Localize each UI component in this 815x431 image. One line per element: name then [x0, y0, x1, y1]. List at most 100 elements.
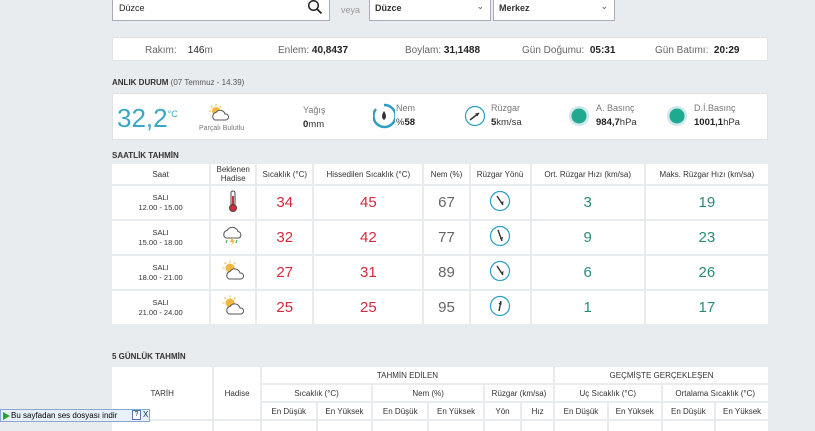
- current-temperature: 32,2°C: [117, 103, 178, 133]
- humidity-cell: 67: [424, 186, 469, 219]
- audio-download-link[interactable]: Bu sayfadan ses dosyası indir: [11, 411, 117, 420]
- city-search-input[interactable]: Düzce: [112, 0, 330, 21]
- col-header: Rüzgar Yönü: [470, 164, 530, 184]
- weather-cell: [211, 256, 256, 289]
- avg-wind-cell: 9: [531, 221, 644, 254]
- wind-arrow-icon: [489, 295, 511, 317]
- hourly-forecast-table: Saat Beklenen Hadise Sıcaklık (°C) Hisse…: [110, 162, 770, 326]
- humidity-cell: 95: [424, 291, 469, 324]
- col-header: Beklenen Hadise: [211, 164, 256, 184]
- altitude: Rakım: 146m: [145, 45, 213, 56]
- play-icon: [3, 412, 10, 420]
- max-wind-cell: 19: [645, 186, 768, 219]
- temp-cell: 25: [257, 291, 313, 324]
- table-row: SALI 12.00 - 15.00 34 45 67 3 19: [112, 186, 768, 219]
- temp-cell: 32: [257, 221, 313, 254]
- sea-pressure-icon: [667, 106, 687, 126]
- thermometer-hot-icon: [229, 190, 238, 212]
- district-select[interactable]: Merkez ⌄: [493, 0, 615, 21]
- hourly-header-row: Saat Beklenen Hadise Sıcaklık (°C) Hisse…: [112, 164, 768, 184]
- wind-dir-cell: [470, 221, 530, 254]
- avg-wind-cell: 3: [531, 186, 644, 219]
- weather-cell: [211, 291, 256, 324]
- search-icon[interactable]: [307, 0, 323, 15]
- pressure-icon: [569, 106, 589, 126]
- partly-cloudy-icon: [209, 104, 230, 121]
- current-section-title: ANLIK DURUM (07 Temmuz - 14.39): [112, 78, 245, 87]
- or-label: veya: [341, 5, 361, 15]
- time-cell: SALI 12.00 - 15.00: [112, 186, 210, 219]
- close-button[interactable]: X: [143, 410, 148, 419]
- table-row: SALI 18.00 - 21.00 27 31 89 6 26: [112, 256, 768, 289]
- forecast-group-header: TAHMİN EDİLEN: [261, 367, 554, 383]
- rain-value: 0mm: [303, 119, 325, 130]
- wind-header: Rüzgar (km/sa): [484, 385, 554, 401]
- max-wind-cell: 17: [645, 291, 768, 324]
- rain-label: Yağış: [303, 105, 326, 115]
- time-cell: SALI 15.00 - 18.00: [112, 221, 210, 254]
- help-button[interactable]: ?: [132, 410, 141, 420]
- sea-pressure-label: D.İ.Basınç: [694, 103, 736, 113]
- max-header: En Yüksek: [317, 403, 372, 419]
- col-header: Hissedilen Sıcaklık (°C): [314, 164, 423, 184]
- humidity-value: %58: [396, 117, 416, 128]
- city-search-value: Düzce: [119, 3, 145, 13]
- humidity-cell: 77: [424, 221, 469, 254]
- feel-cell: 25: [314, 291, 423, 324]
- direction-header: Yön: [484, 403, 521, 419]
- min-header: En Düşük: [662, 403, 715, 419]
- wind-arrow-icon: [489, 225, 511, 247]
- max-header: En Yüksek: [429, 403, 483, 419]
- humidity-label: Nem: [396, 103, 416, 113]
- wind-dir-cell: [470, 186, 530, 219]
- max-wind-cell: 23: [645, 221, 768, 254]
- pressure-label: A. Basınç: [596, 103, 635, 113]
- partly-cloudy-icon: [222, 260, 245, 280]
- wind-arrow-icon: [489, 190, 511, 212]
- wind-direction-icon: [464, 105, 486, 127]
- avg-wind-cell: 1: [531, 291, 644, 324]
- col-header: Maks. Rüzgar Hızı (km/sa): [645, 164, 768, 184]
- current-condition: Parçalı Bulutlu: [199, 125, 245, 132]
- avg-temp-header: Ortalama Sıcaklık (°C): [662, 385, 768, 401]
- wind-dir-cell: [470, 256, 530, 289]
- col-header: Nem (%): [424, 164, 469, 184]
- pressure-value: 984,7hPa: [596, 117, 637, 128]
- temp-cell: 27: [257, 256, 313, 289]
- audio-download-bar[interactable]: Bu sayfadan ses dosyası indir ? X: [0, 409, 150, 422]
- col-header: Ort. Rüzgar Hızı (km/sa): [531, 164, 644, 184]
- time-cell: SALI 21.00 - 24.00: [112, 291, 210, 324]
- latitude: Enlem: 40,8437: [278, 45, 349, 56]
- district-select-value: Merkez: [499, 3, 530, 13]
- weather-cell: [211, 186, 256, 219]
- time-cell: SALI 18.00 - 21.00: [112, 256, 210, 289]
- humidity-header: Nem (%): [373, 385, 483, 401]
- actual-group-header: GEÇMİŞTE GERÇEKLEŞEN: [555, 367, 768, 383]
- humidity-icon: [373, 103, 395, 129]
- chevron-down-icon: ⌄: [476, 1, 484, 11]
- col-header: Saat: [112, 164, 210, 184]
- sunset: Gün Batımı: 20:29: [655, 45, 740, 56]
- daily-forecast-table: TARİH Hadise TAHMİN EDİLEN GEÇMİŞTE GERÇ…: [110, 365, 770, 431]
- sunrise: Gün Doğumu: 05:31: [522, 45, 616, 56]
- temp-header: Sıcaklık (°C): [261, 385, 372, 401]
- table-row: SALI 15.00 - 18.00 32 42 77 9 23: [112, 221, 768, 254]
- chevron-down-icon: ⌄: [600, 1, 608, 11]
- max-wind-cell: 26: [645, 256, 768, 289]
- province-select-value: Düzce: [375, 3, 402, 13]
- feel-cell: 42: [314, 221, 423, 254]
- thunderstorm-icon: [223, 226, 242, 246]
- weather-cell: [211, 221, 256, 254]
- extreme-temp-header: Uç Sıcaklık (°C): [555, 385, 661, 401]
- wind-value: 5km/sa: [491, 117, 522, 128]
- min-header: En Düşük: [373, 403, 428, 419]
- wind-arrow-icon: [489, 260, 511, 282]
- weather-header: Hadise: [214, 367, 260, 419]
- sea-pressure-value: 1001,1hPa: [694, 117, 740, 128]
- location-info-bar: Rakım: 146m Enlem: 40,8437 Boylam: 31,14…: [112, 37, 768, 61]
- province-select[interactable]: Düzce ⌄: [369, 0, 491, 21]
- avg-wind-cell: 6: [531, 256, 644, 289]
- feel-cell: 31: [314, 256, 423, 289]
- min-header: En Düşük: [555, 403, 607, 419]
- speed-header: Hız: [522, 403, 554, 419]
